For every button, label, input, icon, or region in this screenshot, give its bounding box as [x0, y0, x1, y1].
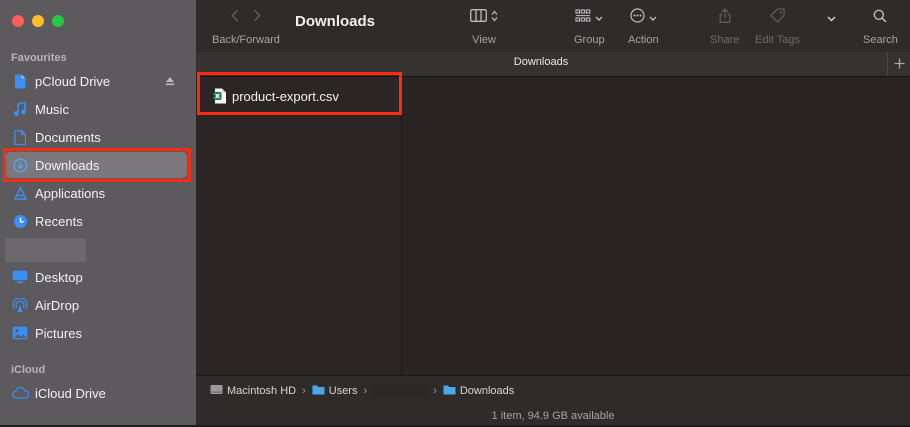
ellipsis-circle-icon	[630, 8, 645, 28]
downloads-highlight-box	[3, 148, 191, 182]
document-icon	[11, 72, 29, 90]
sidebar-redacted-item	[5, 238, 86, 262]
group-button[interactable]: Group	[574, 8, 605, 46]
sidebar-item-airdrop[interactable]: AirDrop	[5, 292, 187, 318]
airdrop-icon	[11, 296, 29, 314]
path-bar: Macintosh HD › Users › › Downloads	[196, 375, 910, 405]
group-label: Group	[574, 34, 605, 46]
path-crumb-downloads[interactable]: Downloads	[443, 384, 514, 398]
clock-icon	[11, 212, 29, 230]
sidebar-item-applications[interactable]: Applications	[5, 180, 187, 206]
applications-icon	[11, 184, 29, 202]
path-crumb-label: Downloads	[459, 384, 515, 397]
sidebar-item-label: Applications	[35, 185, 106, 201]
window-title: Downloads	[295, 13, 376, 30]
sidebar-item-pictures[interactable]: Pictures	[5, 320, 187, 346]
sidebar-item-label: Recents	[35, 213, 83, 229]
search-label: Search	[863, 34, 898, 46]
music-note-icon	[11, 100, 29, 118]
sidebar-item-recents[interactable]: Recents	[5, 208, 187, 234]
document-icon	[11, 128, 29, 146]
path-crumb-redacted[interactable]	[373, 384, 428, 397]
cloud-icon	[11, 384, 29, 402]
status-bar: 1 item, 94.9 GB available	[196, 405, 910, 425]
zoom-window-button[interactable]	[52, 15, 64, 27]
toolbar: Back/Forward Downloads View Group Action…	[196, 0, 910, 53]
pictures-icon	[11, 324, 29, 342]
path-separator-icon: ›	[433, 384, 437, 397]
edit-tags-label: Edit Tags	[755, 34, 801, 46]
plus-icon	[894, 56, 905, 73]
file-highlight-box	[197, 72, 402, 115]
action-label: Action	[628, 34, 659, 46]
share-label: Share	[710, 34, 740, 46]
sidebar-item-label: Desktop	[35, 269, 83, 285]
sidebar-item-icloud-drive[interactable]: iCloud Drive	[5, 380, 187, 406]
folder-icon	[443, 384, 456, 398]
view-label: View	[472, 34, 496, 46]
sidebar-item-label: iCloud Drive	[35, 385, 106, 401]
desktop-icon	[11, 268, 29, 286]
chevron-left-icon[interactable]	[231, 9, 239, 27]
window-controls	[12, 15, 64, 27]
columns-view-icon	[470, 9, 487, 27]
column-preview	[402, 77, 910, 375]
back-forward-control[interactable]: Back/Forward	[212, 8, 280, 46]
path-separator-icon: ›	[302, 384, 306, 397]
sidebar-item-label: Documents	[35, 129, 101, 145]
hard-drive-icon	[210, 384, 223, 398]
sidebar-item-label: Music	[35, 101, 69, 117]
sidebar-item-desktop[interactable]: Desktop	[5, 264, 187, 290]
edit-tags-button[interactable]: Edit Tags	[755, 8, 800, 46]
chevron-updown-icon	[491, 9, 498, 27]
chevron-down-icon	[649, 9, 657, 27]
sidebar-item-label: pCloud Drive	[35, 73, 111, 89]
back-forward-label: Back/Forward	[212, 34, 280, 46]
chevron-down-icon	[827, 9, 836, 27]
path-crumb-label: Macintosh HD	[227, 384, 297, 397]
sidebar-item-label: AirDrop	[35, 297, 80, 313]
sidebar: Favourites pCloud Drive Music Documents	[0, 0, 196, 425]
chevron-right-icon[interactable]	[253, 9, 261, 27]
chevron-down-icon	[595, 9, 603, 27]
sidebar-section-icloud: iCloud	[11, 364, 46, 376]
path-crumb-label: Users	[328, 384, 358, 397]
tag-icon	[769, 8, 786, 28]
search-icon	[873, 9, 887, 28]
action-button[interactable]: Action	[628, 8, 659, 46]
tab-downloads[interactable]: Downloads	[196, 56, 886, 68]
minimize-window-button[interactable]	[32, 15, 44, 27]
new-tab-button[interactable]	[887, 52, 910, 76]
search-button[interactable]: Search	[863, 8, 898, 46]
close-window-button[interactable]	[12, 15, 24, 27]
eject-icon[interactable]	[165, 74, 175, 89]
sidebar-section-favourites: Favourites	[11, 52, 67, 64]
path-separator-icon: ›	[363, 384, 368, 397]
share-icon	[719, 8, 731, 28]
grid-icon	[575, 8, 591, 28]
path-crumb-macintosh-hd[interactable]: Macintosh HD	[210, 384, 296, 398]
folder-icon	[312, 384, 325, 398]
sidebar-item-label: Pictures	[35, 325, 82, 341]
view-button[interactable]: View	[470, 8, 498, 46]
file-browser: product-export.csv	[196, 72, 910, 375]
column-downloads: product-export.csv	[196, 72, 402, 375]
finder-window: Favourites pCloud Drive Music Documents	[0, 0, 910, 425]
sidebar-item-music[interactable]: Music	[5, 96, 187, 122]
share-button[interactable]: Share	[710, 8, 739, 46]
sidebar-item-documents[interactable]: Documents	[5, 124, 187, 150]
more-toolbar-items-button[interactable]	[827, 8, 836, 28]
path-crumb-users[interactable]: Users	[312, 384, 358, 398]
sidebar-item-pcloud-drive[interactable]: pCloud Drive	[5, 68, 187, 94]
